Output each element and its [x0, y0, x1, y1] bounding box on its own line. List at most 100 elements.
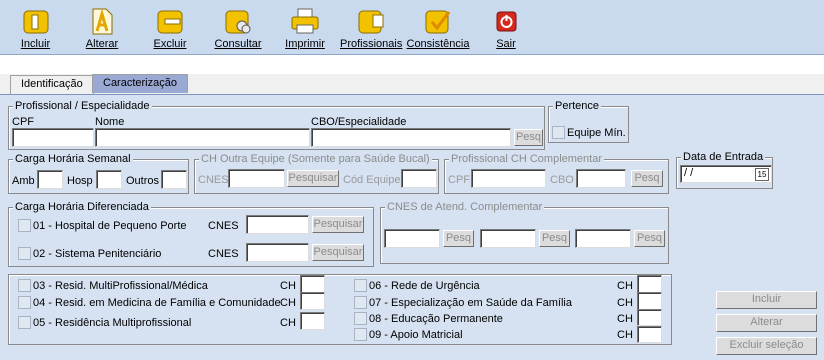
ch-03-input[interactable] — [300, 275, 325, 293]
cnes-atend-3-pesq-button[interactable]: Pesq — [634, 230, 665, 247]
outros-label: Outros — [126, 175, 160, 187]
imprimir-label: Imprimir — [285, 38, 325, 50]
sair-button[interactable]: Sair — [488, 0, 524, 55]
ch-04-input[interactable] — [300, 292, 325, 310]
data-entrada-title: Data de Entrada — [681, 151, 766, 163]
apoio-matricial-label: 09 - Apoio Matricial — [369, 329, 463, 341]
ch-06-input[interactable] — [637, 275, 662, 293]
check-folder-icon — [425, 10, 451, 34]
educacao-permanente-checkbox[interactable] — [354, 312, 367, 325]
sistema-penitenciario-label: 02 - Sistema Penitenciário — [33, 248, 162, 260]
cpf-input[interactable] — [12, 128, 94, 147]
cnes-atend-1-input[interactable] — [384, 229, 440, 248]
ch-06-label: CH — [617, 280, 633, 292]
ch-outra-cnes-label: CNES — [198, 174, 229, 186]
printer-icon — [291, 8, 319, 34]
profissionais-button[interactable]: Profissionais — [340, 0, 402, 55]
amb-label: Amb — [12, 175, 35, 187]
especializacao-checkbox[interactable] — [354, 296, 367, 309]
resid-03-checkbox[interactable] — [18, 279, 31, 292]
cnes-atend-3-input[interactable] — [575, 229, 631, 248]
search-folder-icon — [225, 10, 251, 34]
equipe-min-checkbox[interactable] — [552, 126, 565, 139]
excluir-button[interactable]: Excluir — [144, 0, 196, 55]
ch-04-label: CH — [280, 297, 296, 309]
hosp-input[interactable] — [96, 170, 122, 189]
pertence-group: Pertence Equipe Mín. — [548, 100, 629, 143]
alterar-button[interactable]: Alterar — [76, 0, 128, 55]
carga-diferenciada-title: Carga Horária Diferenciada — [13, 201, 151, 213]
cnes-02-pesquisar-button[interactable]: Pesquisar — [312, 244, 364, 261]
carga-semanal-title: Carga Horária Semanal — [13, 153, 133, 165]
consultar-button[interactable]: Consultar — [210, 0, 266, 55]
profissional-group-title: Profissional / Especialidade — [13, 100, 152, 112]
prof-ch-cpf-input[interactable] — [471, 169, 546, 188]
residencias-group: 03 - Resid. MultiProfissional/Médica CH … — [8, 274, 672, 345]
cnes-02-label: CNES — [208, 248, 239, 260]
add-folder-icon — [23, 10, 48, 34]
imprimir-button[interactable]: Imprimir — [282, 0, 328, 55]
resid-03-label: 03 - Resid. MultiProfissional/Médica — [33, 280, 208, 292]
cbo-pesq-button[interactable]: Pesq — [514, 129, 543, 146]
ch-08-input[interactable] — [637, 309, 662, 326]
edit-document-icon — [92, 8, 113, 35]
sistema-penitenciario-checkbox[interactable] — [18, 247, 31, 260]
ch-outra-pesquisar-button[interactable]: Pesquisar — [287, 170, 339, 187]
resid-04-checkbox[interactable] — [18, 296, 31, 309]
cnes-atend-2-input[interactable] — [480, 229, 536, 248]
alterar-label: Alterar — [85, 38, 119, 50]
prof-ch-pesq-button[interactable]: Pesq — [631, 170, 663, 187]
incluir-button[interactable]: Incluir — [8, 0, 63, 55]
nome-input[interactable] — [95, 128, 310, 147]
resid-04-label: 04 - Resid. em Medicina de Família e Com… — [33, 297, 281, 309]
incluir-label: Incluir — [20, 38, 51, 50]
ch-08-label: CH — [617, 313, 633, 325]
cbo-input[interactable] — [311, 128, 511, 147]
data-entrada-group: Data de Entrada / / 15 — [676, 151, 773, 189]
cnes-atend-1-pesq-button[interactable]: Pesq — [443, 230, 474, 247]
cnes-01-input[interactable] — [246, 215, 309, 234]
incluir-row-button[interactable]: Incluir — [716, 291, 817, 309]
resid-05-checkbox[interactable] — [18, 316, 31, 329]
amb-input[interactable] — [37, 170, 63, 189]
cnes-02-input[interactable] — [246, 243, 309, 262]
outros-input[interactable] — [161, 170, 187, 189]
consistencia-label: Consistência — [406, 38, 470, 50]
ch-outra-equipe-title: CH Outra Equipe (Somente para Saúde Buca… — [199, 153, 432, 165]
excluir-selecao-button[interactable]: Excluir seleção — [716, 337, 817, 355]
cnes-01-pesquisar-button[interactable]: Pesquisar — [312, 216, 364, 233]
ch-outra-cnes-input[interactable] — [228, 169, 285, 188]
sair-label: Sair — [496, 38, 516, 50]
prof-ch-cbo-input[interactable] — [576, 169, 626, 188]
prof-ch-cpf-label: CPF — [448, 174, 470, 186]
equipe-min-label: Equipe Mín. — [567, 127, 626, 139]
people-folder-icon — [358, 10, 384, 34]
rede-urgencia-label: 06 - Rede de Urgência — [369, 280, 480, 292]
hospital-pequeno-porte-label: 01 - Hospital de Pequeno Porte — [33, 220, 187, 232]
cnes-01-label: CNES — [208, 220, 239, 232]
data-entrada-value: / / — [684, 167, 694, 179]
cnes-atend-2-pesq-button[interactable]: Pesq — [539, 230, 570, 247]
hospital-pequeno-porte-checkbox[interactable] — [18, 219, 31, 232]
pertence-group-title: Pertence — [553, 100, 602, 112]
cod-equipe-label: Cód Equipe — [343, 174, 401, 186]
cod-equipe-input[interactable] — [401, 169, 437, 188]
caracterizacao-panel: Profissional / Especialidade CPF Nome CB… — [0, 94, 824, 360]
profissional-group: Profissional / Especialidade CPF Nome CB… — [8, 100, 545, 150]
apoio-matricial-checkbox[interactable] — [354, 328, 367, 341]
consultar-label: Consultar — [214, 38, 262, 50]
prof-ch-complementar-group: Profissional CH Complementar CPF CBO Pes… — [444, 153, 669, 194]
ch-05-label: CH — [280, 317, 296, 329]
consistencia-button[interactable]: Consistência — [406, 0, 470, 55]
ch-05-input[interactable] — [300, 312, 325, 330]
calendar-icon[interactable]: 15 — [755, 168, 769, 181]
tab-caracterizacao[interactable]: Caracterização — [92, 74, 188, 93]
rede-urgencia-checkbox[interactable] — [354, 279, 367, 292]
ch-09-input[interactable] — [637, 326, 662, 343]
ch-07-input[interactable] — [637, 292, 662, 310]
tab-identificacao[interactable]: Identificação — [10, 75, 94, 94]
carga-diferenciada-group: Carga Horária Diferenciada 01 - Hospital… — [8, 201, 374, 267]
carga-semanal-group: Carga Horária Semanal Amb Hosp Outros — [8, 153, 189, 194]
main-toolbar: Incluir Alterar Excluir Consultar Imprim… — [0, 0, 824, 55]
alterar-row-button[interactable]: Alterar — [716, 314, 817, 332]
